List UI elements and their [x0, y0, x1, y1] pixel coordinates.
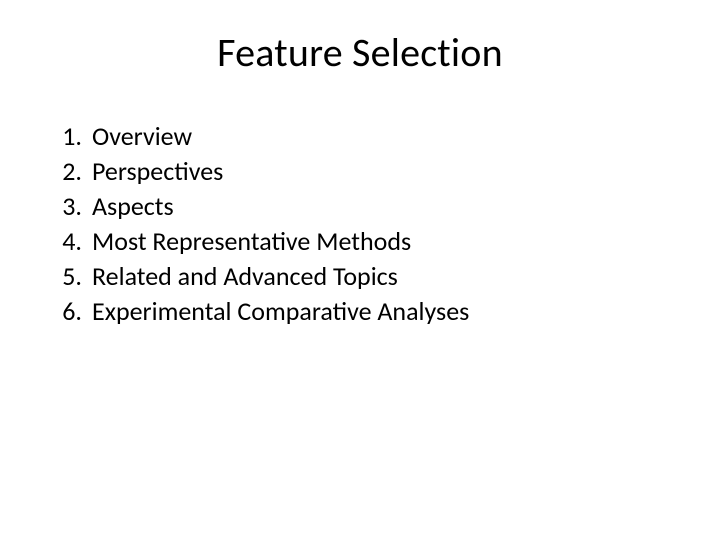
list-item: 5. Related and Advanced Topics: [54, 259, 674, 294]
list-item: 4. Most Representative Methods: [54, 224, 674, 259]
slide: Feature Selection 1. Overview 2. Perspec…: [0, 0, 720, 540]
list-item-number: 3.: [54, 189, 92, 224]
list-item-label: Aspects: [92, 189, 674, 224]
list-item: 1. Overview: [54, 119, 674, 154]
list-item-number: 5.: [54, 259, 92, 294]
list-item: 2. Perspectives: [54, 154, 674, 189]
list-item-label: Perspectives: [92, 154, 674, 189]
list-item-label: Experimental Comparative Analyses: [92, 294, 674, 329]
list-item-label: Related and Advanced Topics: [92, 259, 674, 294]
list-item-number: 1.: [54, 119, 92, 154]
list-item: 6. Experimental Comparative Analyses: [54, 294, 674, 329]
outline-list: 1. Overview 2. Perspectives 3. Aspects 4…: [46, 119, 674, 330]
slide-title: Feature Selection: [46, 28, 674, 77]
list-item-number: 6.: [54, 294, 92, 329]
list-item-label: Most Representative Methods: [92, 224, 674, 259]
list-item-number: 2.: [54, 154, 92, 189]
list-item-label: Overview: [92, 119, 674, 154]
list-item: 3. Aspects: [54, 189, 674, 224]
list-item-number: 4.: [54, 224, 92, 259]
